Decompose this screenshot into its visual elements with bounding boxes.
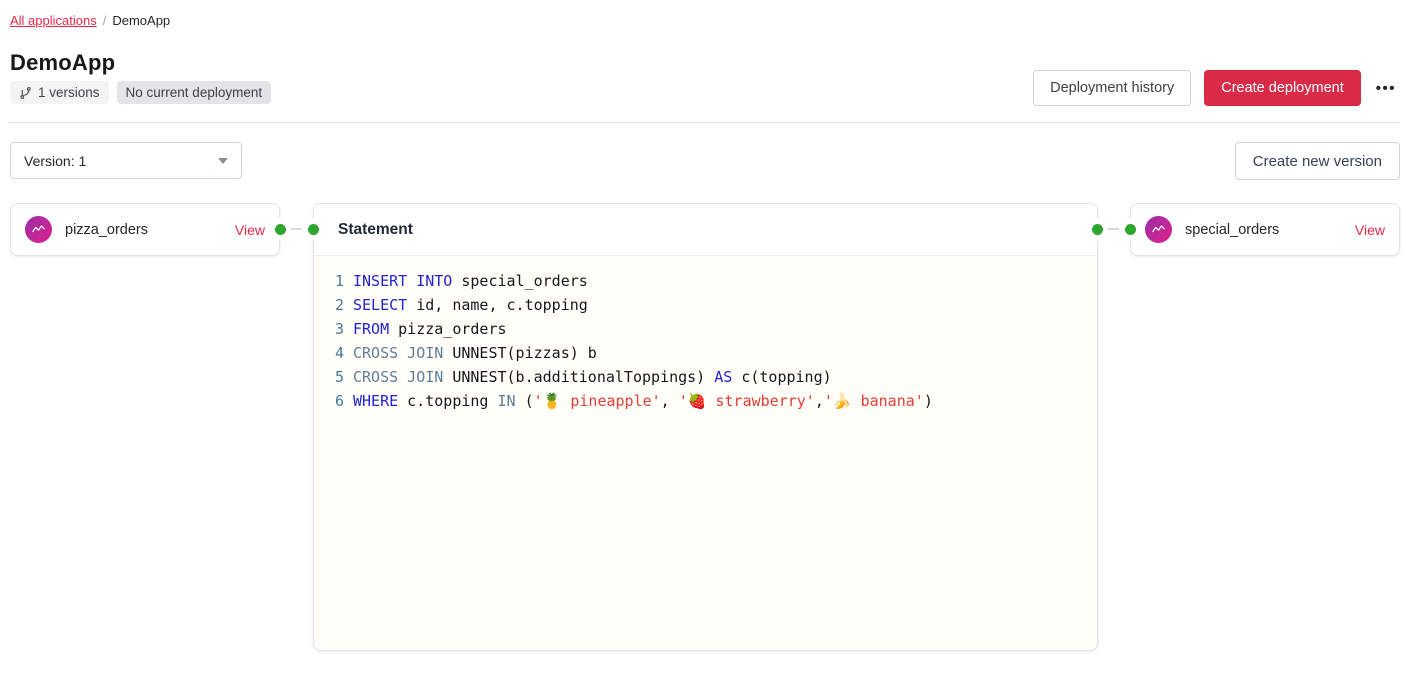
code-line-content: INSERT INTO special_orders bbox=[344, 269, 588, 293]
header-actions: Deployment history Create deployment ••• bbox=[1033, 70, 1398, 106]
deployment-history-button[interactable]: Deployment history bbox=[1033, 70, 1191, 106]
code-line-content: CROSS JOIN UNNEST(pizzas) b bbox=[344, 341, 597, 365]
line-number: 6 bbox=[314, 389, 344, 413]
version-select[interactable]: Version: 1 bbox=[10, 142, 242, 179]
code-line-content: CROSS JOIN UNNEST(b.additionalToppings) … bbox=[344, 365, 832, 389]
code-line: 3FROM pizza_orders bbox=[314, 317, 1097, 341]
breadcrumb-separator: / bbox=[103, 13, 107, 28]
create-new-version-button[interactable]: Create new version bbox=[1235, 142, 1400, 180]
connector-port-sink-in bbox=[1119, 218, 1141, 240]
code-line: 4CROSS JOIN UNNEST(pizzas) b bbox=[314, 341, 1097, 365]
versions-badge-label: 1 versions bbox=[38, 85, 100, 100]
line-number: 2 bbox=[314, 293, 344, 317]
code-line-content: FROM pizza_orders bbox=[344, 317, 507, 341]
stream-icon bbox=[25, 216, 52, 243]
version-select-value: Version: 1 bbox=[24, 153, 86, 169]
page-title: DemoApp bbox=[10, 50, 115, 76]
statement-panel-title: Statement bbox=[338, 221, 413, 239]
code-line: 5CROSS JOIN UNNEST(b.additionalToppings)… bbox=[314, 365, 1097, 389]
breadcrumb-current: DemoApp bbox=[112, 13, 170, 28]
header-badges: 1 versions No current deployment bbox=[10, 81, 271, 104]
code-line-content: WHERE c.topping IN ('🍍 pineapple', '🍓 st… bbox=[344, 389, 933, 413]
source-stream-card[interactable]: pizza_orders View bbox=[10, 203, 280, 256]
code-line: 1INSERT INTO special_orders bbox=[314, 269, 1097, 293]
code-editor[interactable]: 1INSERT INTO special_orders2SELECT id, n… bbox=[314, 256, 1097, 426]
create-deployment-button[interactable]: Create deployment bbox=[1204, 70, 1361, 106]
more-options-button[interactable]: ••• bbox=[1374, 76, 1398, 101]
connector-port-statement-in bbox=[302, 218, 324, 240]
deployment-status-badge: No current deployment bbox=[117, 81, 272, 104]
versions-badge: 1 versions bbox=[10, 81, 109, 104]
sink-stream-name: special_orders bbox=[1185, 222, 1342, 238]
statement-panel: Statement 1INSERT INTO special_orders2SE… bbox=[313, 203, 1098, 651]
source-stream-name: pizza_orders bbox=[65, 222, 222, 238]
source-view-link[interactable]: View bbox=[235, 222, 265, 238]
line-number: 4 bbox=[314, 341, 344, 365]
header-divider bbox=[8, 122, 1400, 123]
code-line-content: SELECT id, name, c.topping bbox=[344, 293, 588, 317]
git-branch-icon bbox=[19, 86, 32, 100]
connector-port-statement-out bbox=[1086, 218, 1108, 240]
breadcrumb: All applications / DemoApp bbox=[10, 13, 170, 28]
sink-view-link[interactable]: View bbox=[1355, 222, 1385, 238]
chevron-down-icon bbox=[218, 158, 228, 164]
statement-panel-header: Statement bbox=[314, 204, 1097, 256]
breadcrumb-all-applications-link[interactable]: All applications bbox=[10, 13, 97, 28]
connector-port-source-out bbox=[269, 218, 291, 240]
line-number: 3 bbox=[314, 317, 344, 341]
sink-stream-card[interactable]: special_orders View bbox=[1130, 203, 1400, 256]
stream-icon bbox=[1145, 216, 1172, 243]
code-line: 2SELECT id, name, c.topping bbox=[314, 293, 1097, 317]
application-detail-page: All applications / DemoApp DemoApp 1 ver… bbox=[0, 0, 1408, 684]
code-line: 6WHERE c.topping IN ('🍍 pineapple', '🍓 s… bbox=[314, 389, 1097, 413]
line-number: 1 bbox=[314, 269, 344, 293]
line-number: 5 bbox=[314, 365, 344, 389]
